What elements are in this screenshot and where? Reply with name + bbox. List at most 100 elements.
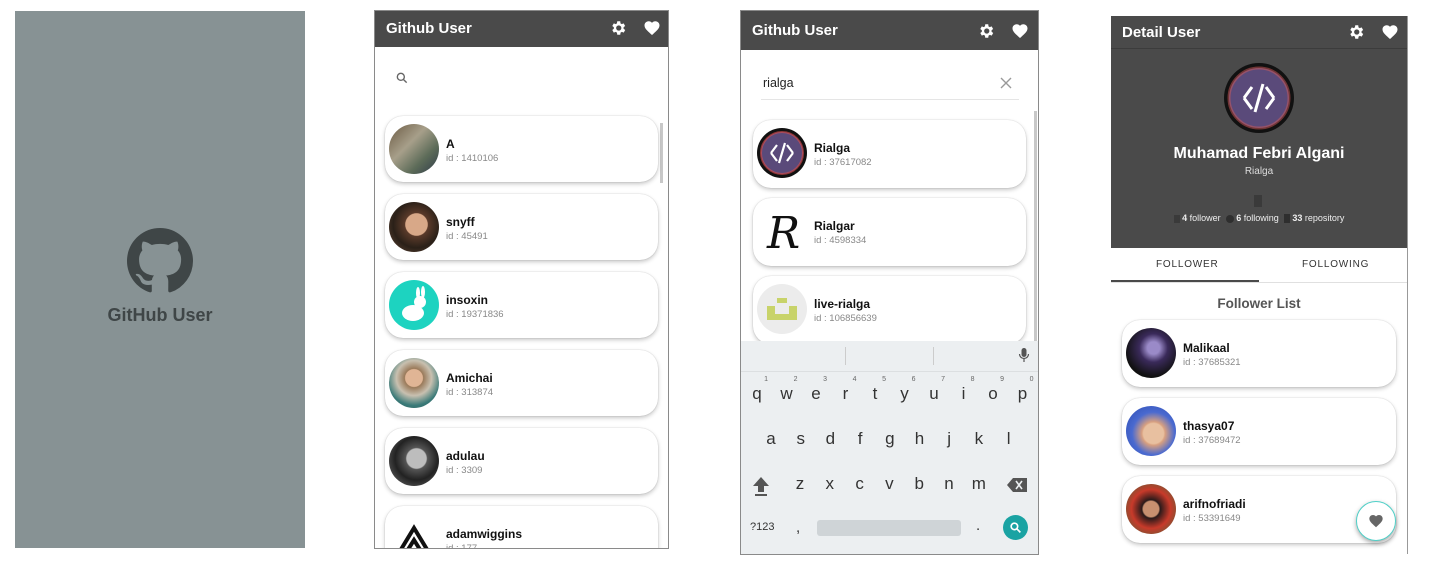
key-g[interactable]: g bbox=[875, 429, 905, 449]
user-card[interactable]: A id : 1410106 bbox=[385, 116, 658, 182]
repository-label: repository bbox=[1304, 213, 1345, 223]
scrollbar[interactable] bbox=[660, 123, 663, 183]
user-id: id : 177 bbox=[446, 543, 477, 548]
user-name: insoxin bbox=[446, 293, 489, 307]
follower-card[interactable]: Malikaal id : 37685321 bbox=[1122, 320, 1396, 387]
tab-following[interactable]: FOLLOWING bbox=[1302, 259, 1369, 270]
user-name: thasya07 bbox=[1183, 419, 1235, 433]
user-id: id : 37689472 bbox=[1183, 435, 1241, 446]
key-l[interactable]: l bbox=[994, 429, 1024, 449]
favorite-heart-icon[interactable] bbox=[1011, 22, 1029, 40]
microphone-icon[interactable] bbox=[1018, 347, 1030, 363]
period-key[interactable]: . bbox=[976, 517, 980, 534]
shift-arrow-icon[interactable] bbox=[752, 475, 770, 497]
tab-follower[interactable]: FOLLOWER bbox=[1156, 259, 1219, 270]
follower-list-title: Follower List bbox=[1217, 296, 1301, 311]
repository-count: 33 bbox=[1292, 213, 1303, 223]
settings-gear-icon[interactable] bbox=[1347, 23, 1365, 41]
user-id: id : 37685321 bbox=[1183, 357, 1241, 368]
key-i[interactable]: i8 bbox=[949, 376, 979, 404]
user-name: A bbox=[446, 137, 455, 151]
favorite-heart-icon[interactable] bbox=[643, 19, 661, 37]
search-icon[interactable] bbox=[395, 71, 409, 85]
user-avatar bbox=[389, 124, 439, 174]
user-card[interactable]: snyff id : 45491 bbox=[385, 194, 658, 260]
user-avatar bbox=[389, 358, 439, 408]
follower-card[interactable]: thasya07 id : 37689472 bbox=[1122, 398, 1396, 465]
clear-search-icon[interactable] bbox=[1000, 77, 1012, 89]
key-y[interactable]: y6 bbox=[890, 376, 920, 404]
search-icon bbox=[1010, 522, 1021, 533]
user-id: id : 53391649 bbox=[1183, 513, 1241, 524]
user-card[interactable]: insoxin id : 19371836 bbox=[385, 272, 658, 338]
key-c[interactable]: c bbox=[845, 474, 875, 494]
symbols-key[interactable]: ?123 bbox=[750, 521, 774, 533]
app-bar-title: Github User bbox=[752, 22, 838, 39]
key-z[interactable]: z bbox=[785, 474, 815, 494]
backspace-icon[interactable] bbox=[1007, 478, 1027, 492]
repository-icon bbox=[1283, 214, 1290, 224]
user-id: id : 3309 bbox=[446, 465, 483, 476]
user-card[interactable]: Amichai id : 313874 bbox=[385, 350, 658, 416]
user-id: id : 37617082 bbox=[814, 157, 872, 168]
user-id: id : 19371836 bbox=[446, 309, 504, 320]
key-o[interactable]: o9 bbox=[978, 376, 1008, 404]
key-s[interactable]: s bbox=[786, 429, 816, 449]
search-action-button[interactable] bbox=[1003, 515, 1028, 540]
favorite-fab[interactable] bbox=[1356, 501, 1396, 541]
key-d[interactable]: d bbox=[815, 429, 845, 449]
key-w[interactable]: w2 bbox=[772, 376, 802, 404]
user-avatar: R bbox=[757, 206, 807, 256]
key-u[interactable]: u7 bbox=[919, 376, 949, 404]
key-x[interactable]: x bbox=[815, 474, 845, 494]
user-id: id : 45491 bbox=[446, 231, 488, 242]
comma-key[interactable]: , bbox=[796, 519, 800, 536]
detail-screen: Detail User Muhamad Febri Algani Rialga … bbox=[1111, 16, 1408, 554]
profile-stats: 4 follower 6 following 33 repository bbox=[1111, 213, 1407, 224]
key-q[interactable]: q1 bbox=[742, 376, 772, 404]
user-card[interactable]: adulau id : 3309 bbox=[385, 428, 658, 494]
user-avatar bbox=[1126, 406, 1176, 456]
search-input[interactable] bbox=[415, 67, 655, 89]
profile-avatar bbox=[1224, 63, 1294, 133]
user-name: Malikaal bbox=[1183, 341, 1230, 355]
splash-title: GitHub User bbox=[107, 305, 213, 325]
user-avatar bbox=[389, 514, 439, 548]
user-card[interactable]: adamwiggins id : 177 bbox=[385, 506, 658, 548]
key-k[interactable]: k bbox=[964, 429, 994, 449]
key-r[interactable]: r4 bbox=[831, 376, 861, 404]
following-count: 6 bbox=[1236, 213, 1242, 223]
favorite-heart-icon[interactable] bbox=[1381, 23, 1399, 41]
user-avatar bbox=[389, 436, 439, 486]
building-icon bbox=[1254, 195, 1262, 207]
key-j[interactable]: j bbox=[934, 429, 964, 449]
settings-gear-icon[interactable] bbox=[977, 22, 995, 40]
key-e[interactable]: e3 bbox=[801, 376, 831, 404]
key-h[interactable]: h bbox=[905, 429, 935, 449]
user-name: snyff bbox=[446, 215, 475, 229]
scrollbar[interactable] bbox=[1034, 111, 1037, 341]
search-query: rialga bbox=[763, 76, 794, 90]
user-name: arifnofriadi bbox=[1183, 497, 1246, 511]
heart-icon bbox=[1369, 515, 1383, 528]
search-result-card[interactable]: live-rialga id : 106856639 bbox=[753, 276, 1026, 344]
user-id: id : 1410106 bbox=[446, 153, 499, 164]
search-result-card[interactable]: Rialga id : 37617082 bbox=[753, 120, 1026, 188]
search-input[interactable]: rialga bbox=[761, 73, 1019, 100]
key-f[interactable]: f bbox=[845, 429, 875, 449]
profile-username: Rialga bbox=[1244, 166, 1274, 177]
profile-full-name: Muhamad Febri Algani bbox=[1173, 145, 1345, 162]
search-screen: Github User rialga Rialga id : 37617082 … bbox=[741, 11, 1038, 554]
key-n[interactable]: n bbox=[934, 474, 964, 494]
key-b[interactable]: b bbox=[904, 474, 934, 494]
key-t[interactable]: t5 bbox=[860, 376, 890, 404]
user-id: id : 313874 bbox=[446, 387, 494, 398]
key-p[interactable]: p0 bbox=[1008, 376, 1038, 404]
key-v[interactable]: v bbox=[874, 474, 904, 494]
key-m[interactable]: m bbox=[964, 474, 994, 494]
space-bar[interactable] bbox=[817, 520, 961, 536]
search-result-card[interactable]: R Rialgar id : 4598334 bbox=[753, 198, 1026, 266]
settings-gear-icon[interactable] bbox=[609, 19, 627, 37]
key-a[interactable]: a bbox=[756, 429, 786, 449]
follower-card[interactable]: arifnofriadi id : 53391649 bbox=[1122, 476, 1396, 543]
